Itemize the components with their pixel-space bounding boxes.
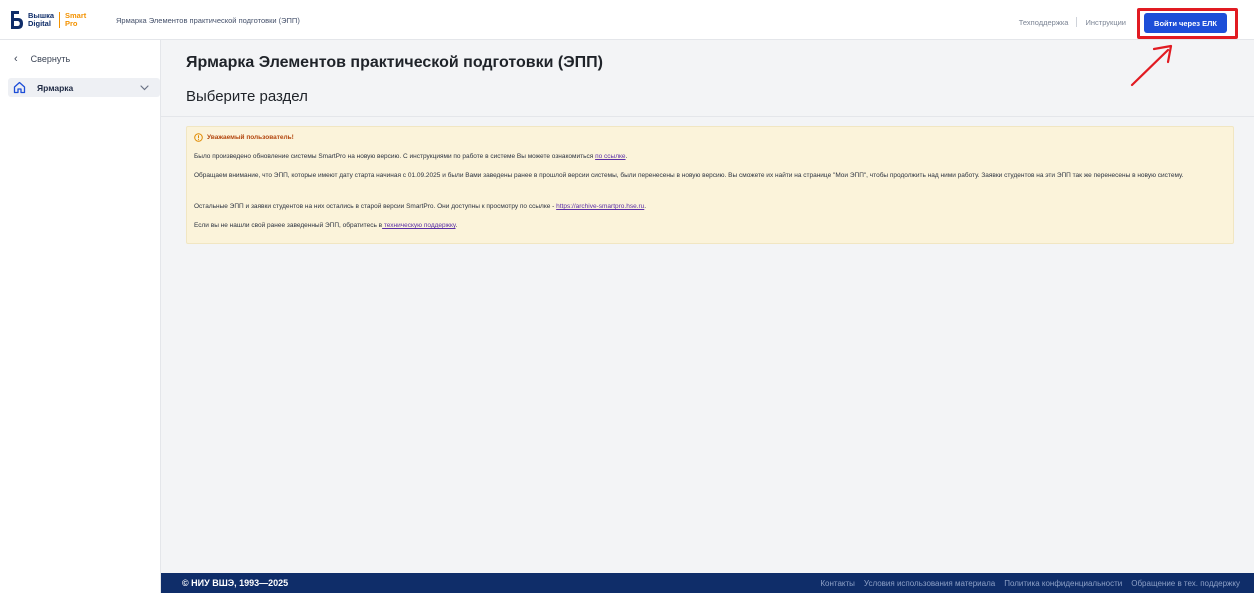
- notice-paragraph-2: Обращаем внимание, что ЭПП, которые имею…: [194, 172, 1184, 179]
- sidebar-item-label: Ярмарка: [37, 82, 74, 93]
- content-divider: [161, 116, 1254, 117]
- footer-link-contacts[interactable]: Контакты: [820, 579, 855, 588]
- logo-divider: [59, 12, 60, 28]
- notice-p1-text: Было произведено обновление системы Smar…: [194, 153, 596, 160]
- notice-p3-end: .: [644, 203, 647, 210]
- instructions-link[interactable]: Инструкции: [1085, 18, 1126, 27]
- notice-heading: Уважаемый пользователь!: [194, 133, 294, 142]
- footer-link-terms[interactable]: Условия использования материала: [864, 579, 995, 588]
- logo-line2: Digital: [28, 19, 51, 28]
- chevron-down-icon[interactable]: [139, 82, 150, 93]
- sidebar-item-fair[interactable]: Ярмарка: [8, 78, 160, 97]
- home-icon: [13, 81, 26, 94]
- section-title: Выберите раздел: [186, 88, 308, 105]
- support-link[interactable]: Техподдержка: [1019, 18, 1069, 27]
- footer-links: Контакты Условия использования материала…: [811, 579, 1240, 588]
- hse-smartpro-logo[interactable]: Вышка Digital Smart Pro: [9, 10, 86, 30]
- notice-heading-text: Уважаемый пользователь!: [207, 134, 294, 141]
- footer-link-support[interactable]: Обращение в тех. поддержку: [1131, 579, 1240, 588]
- copyright: © НИУ ВШЭ, 1993—2025: [182, 578, 289, 588]
- link-separator: [1076, 17, 1078, 27]
- instructions-link-inline[interactable]: по ссылке: [595, 153, 625, 160]
- warning-icon: [194, 133, 203, 142]
- tech-support-link[interactable]: техническую поддержку: [382, 222, 456, 229]
- collapse-sidebar-button[interactable]: ‹ Свернуть: [14, 53, 70, 65]
- header-links: Техподдержка Инструкции: [1019, 17, 1126, 27]
- smartpro-text: Smart Pro: [65, 12, 86, 28]
- notice-paragraph-3: Остальные ЭПП и заявки студентов на них …: [194, 203, 1230, 212]
- collapse-label: Свернуть: [30, 54, 71, 64]
- chevron-left-icon: ‹: [14, 53, 18, 65]
- notice-p4-end: .: [455, 222, 458, 229]
- footer-link-privacy[interactable]: Политика конфиденциальности: [1004, 579, 1122, 588]
- notice-box: Уважаемый пользователь! Было произведено…: [186, 126, 1234, 244]
- red-arrow-annotation: [1130, 44, 1173, 87]
- archive-link[interactable]: https://archive-smartpro.hse.ru: [556, 203, 644, 210]
- notice-p4-text: Если вы не нашли свой ранее заведенный Э…: [194, 222, 383, 229]
- notice-paragraph-1: Было произведено обновление системы Smar…: [194, 153, 1230, 162]
- header-title[interactable]: Ярмарка Элементов практической подготовк…: [116, 16, 300, 25]
- footer: © НИУ ВШЭ, 1993—2025 Контакты Условия ис…: [161, 573, 1254, 593]
- top-header: Вышка Digital Smart Pro Ярмарка Элементо…: [0, 0, 1254, 40]
- notice-p1-end: .: [625, 153, 628, 160]
- hse-logo-icon: [9, 10, 24, 30]
- notice-p3-text: Остальные ЭПП и заявки студентов на них …: [194, 203, 557, 210]
- notice-paragraph-4: Если вы не нашли свой ранее заведенный Э…: [194, 222, 1230, 231]
- logo-smart-line2: Pro: [65, 19, 78, 28]
- sidebar: ‹ Свернуть Ярмарка: [0, 40, 161, 593]
- logo-text: Вышка Digital: [28, 12, 54, 28]
- page-title: Ярмарка Элементов практической подготовк…: [186, 54, 603, 71]
- login-elk-button[interactable]: Войти через ЕЛК: [1144, 13, 1227, 33]
